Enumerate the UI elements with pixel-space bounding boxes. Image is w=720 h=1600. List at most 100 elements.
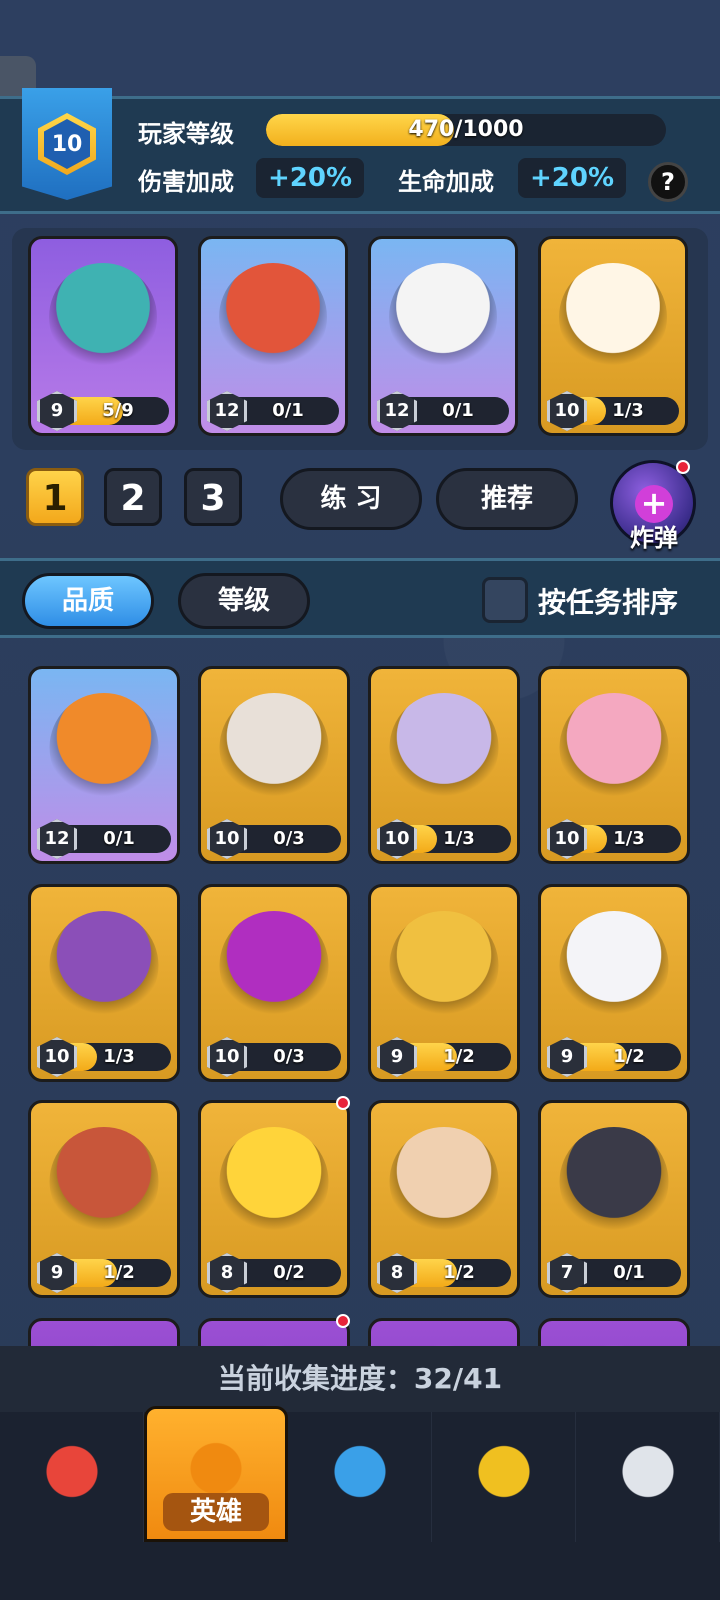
hero-knight-helmet-card[interactable]: 1/2 9 (368, 884, 520, 1082)
card-progress-bar: 0/1 12 (377, 391, 509, 431)
practice-button[interactable]: 练 习 (280, 468, 422, 530)
hero-feathered-shaman-card[interactable]: 0/3 10 (198, 666, 350, 864)
team-tab-1[interactable]: 1 (26, 468, 84, 526)
hero-purple-spider-card[interactable]: 0/3 10 (198, 884, 350, 1082)
card-progress-bar: 1/2 9 (377, 1037, 511, 1077)
hero-portrait-old-engineer (389, 1127, 499, 1236)
xp-progress-text: 470/1000 (408, 117, 524, 142)
hero-portrait-tribal-warrior (49, 1127, 159, 1236)
health-bonus-label: 生命加成 (398, 168, 494, 196)
nav-heroes-label: 英雄 (163, 1493, 269, 1531)
card-progress-bar: 1/3 10 (377, 819, 511, 859)
nav-battle[interactable] (288, 1412, 432, 1542)
crossed-swords-icon (324, 1440, 395, 1510)
hero-purple-bat-card[interactable]: 1/3 10 (28, 884, 180, 1082)
team-slot-2-card[interactable]: 0/1 12 (198, 236, 348, 436)
card-shard-count: 1/2 (103, 1262, 135, 1283)
shield-crest-icon (468, 1440, 539, 1510)
hero-partial-card[interactable] (538, 1318, 690, 1346)
hero-cloud-spirit-card[interactable]: 1/2 9 (538, 884, 690, 1082)
hero-portrait-white-haired-maid (389, 693, 499, 802)
card-progress-bar: 0/2 8 (207, 1253, 341, 1293)
hero-portrait-purple-spider (219, 911, 329, 1020)
filter-quality-button[interactable]: 品质 (22, 573, 154, 629)
card-progress-bar: 5/9 9 (37, 391, 169, 431)
bomb-label: 炸弹 (630, 524, 678, 552)
team-slot-1-card[interactable]: 5/9 9 (28, 236, 178, 436)
level-hex-icon: 10 (38, 113, 96, 175)
sort-by-task-label: 按任务排序 (538, 586, 679, 619)
card-shard-count: 1/2 (443, 1262, 475, 1283)
card-progress-bar: 1/2 9 (37, 1253, 171, 1293)
card-shard-count: 5/9 (102, 400, 134, 421)
health-bonus-value: +20% (518, 158, 626, 198)
nav-gear[interactable] (576, 1412, 720, 1542)
card-shard-count: 0/3 (273, 828, 305, 849)
new-notification-dot (336, 1096, 350, 1110)
card-progress-bar: 0/3 10 (207, 1037, 341, 1077)
card-shard-count: 0/1 (272, 400, 304, 421)
damage-bonus-value: +20% (256, 158, 364, 198)
hero-portrait-purple-bat (49, 911, 159, 1020)
card-shard-count: 0/1 (442, 400, 474, 421)
hero-partial-card[interactable] (28, 1318, 180, 1346)
hero-portrait-pink-hair-girl (559, 693, 669, 802)
card-shard-count: 1/3 (443, 828, 475, 849)
hero-portrait-feathered-shaman (219, 693, 329, 802)
card-progress-bar: 1/3 10 (37, 1037, 171, 1077)
hero-white-haired-maid-card[interactable]: 1/3 10 (368, 666, 520, 864)
card-progress-bar: 1/3 10 (547, 819, 681, 859)
nav-guild[interactable] (432, 1412, 576, 1542)
card-shard-count: 0/3 (273, 1046, 305, 1067)
damage-bonus-label: 伤害加成 (138, 168, 234, 196)
card-shard-count: 1/2 (613, 1046, 645, 1067)
player-level-value: 10 (44, 119, 90, 169)
hero-portrait-red-chef-creature (219, 263, 327, 371)
team-slot-4-card[interactable]: 1/3 10 (538, 236, 688, 436)
hero-old-engineer-card[interactable]: 1/2 8 (368, 1100, 520, 1298)
system-bar (0, 1542, 720, 1600)
card-shard-count: 0/1 (103, 828, 135, 849)
gauntlet-icon (612, 1440, 683, 1510)
help-button[interactable]: ? (648, 162, 688, 202)
hero-partial-card[interactable] (368, 1318, 520, 1346)
hero-pumpkin-magician-card[interactable]: 0/1 12 (28, 666, 180, 864)
player-level-badge: 10 (22, 88, 112, 200)
card-progress-bar: 1/3 10 (547, 391, 679, 431)
sort-by-task-checkbox[interactable] (482, 577, 528, 623)
hero-portrait-knight-helmet (389, 911, 499, 1020)
hero-portrait-panda-warrior (389, 263, 497, 371)
player-level-label: 玩家等级 (138, 120, 234, 148)
card-shard-count: 1/3 (613, 828, 645, 849)
card-progress-bar: 1/2 8 (377, 1253, 511, 1293)
card-progress-bar: 0/3 10 (207, 819, 341, 859)
card-shard-count: 0/2 (273, 1262, 305, 1283)
hero-black-wolf-card[interactable]: 0/1 7 (538, 1100, 690, 1298)
hero-tribal-warrior-card[interactable]: 1/2 9 (28, 1100, 180, 1298)
card-shard-count: 1/3 (103, 1046, 135, 1067)
team-tab-3[interactable]: 3 (184, 468, 242, 526)
nav-shop[interactable] (0, 1412, 144, 1542)
card-progress-bar: 1/2 9 (547, 1037, 681, 1077)
hero-portrait-black-wolf (559, 1127, 669, 1236)
hero-chicken-boxer-card[interactable]: 0/2 8 (198, 1100, 350, 1298)
hero-portrait-chicken-boxer (219, 1127, 329, 1236)
card-progress-bar: 0/1 12 (207, 391, 339, 431)
hero-portrait-white-fox-mage (559, 263, 667, 371)
team-tab-2[interactable]: 2 (104, 468, 162, 526)
card-progress-bar: 0/1 7 (547, 1253, 681, 1293)
shop-stall-icon (36, 1440, 107, 1510)
card-shard-count: 1/2 (443, 1046, 475, 1067)
hero-partial-card[interactable] (198, 1318, 350, 1346)
hero-portrait-cloud-spirit (559, 911, 669, 1020)
card-shard-count: 1/3 (612, 400, 644, 421)
team-slot-3-card[interactable]: 0/1 12 (368, 236, 518, 436)
collection-progress-text: 当前收集进度：32/41 (0, 1346, 720, 1412)
filter-level-button[interactable]: 等级 (178, 573, 310, 629)
nav-heroes[interactable]: 英雄 (144, 1406, 288, 1542)
xp-progress-bar: 470/1000 (266, 114, 666, 146)
hero-pink-hair-girl-card[interactable]: 1/3 10 (538, 666, 690, 864)
new-notification-dot (336, 1314, 350, 1328)
card-progress-bar: 0/1 12 (37, 819, 171, 859)
recommend-button[interactable]: 推荐 (436, 468, 578, 530)
